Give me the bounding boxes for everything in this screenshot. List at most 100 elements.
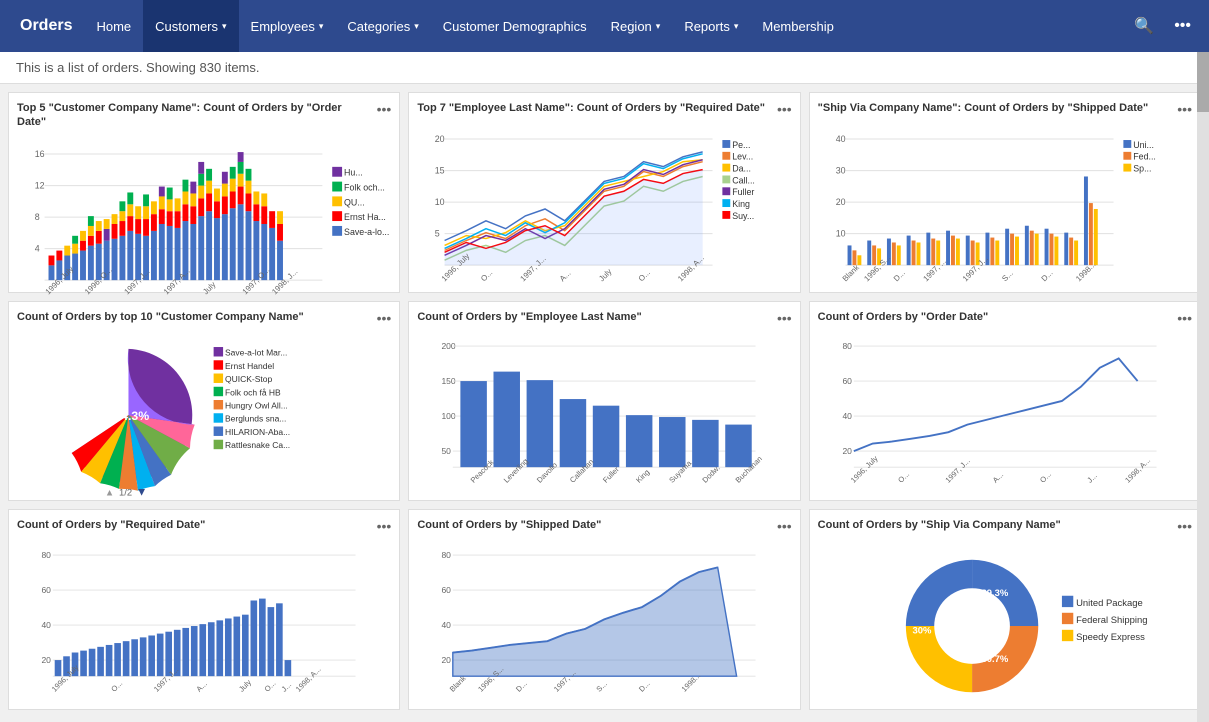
chart-area-3: 40 30 20 10 [818, 121, 1192, 296]
chevron-down-icon: ▾ [222, 21, 227, 32]
search-icon[interactable]: 🔍 [1124, 0, 1164, 52]
svg-text:30%: 30% [912, 625, 931, 636]
svg-text:40: 40 [442, 620, 452, 630]
svg-text:20: 20 [41, 655, 51, 665]
chevron-down-icon: ▾ [734, 21, 739, 32]
svg-text:8: 8 [35, 212, 40, 222]
svg-text:30: 30 [835, 166, 845, 176]
svg-text:12: 12 [35, 180, 45, 190]
chart-menu-3[interactable]: ••• [1177, 101, 1192, 117]
svg-text:J...: J... [1085, 471, 1098, 484]
svg-text:O...: O... [896, 470, 911, 485]
svg-text:O...: O... [263, 678, 278, 693]
svg-text:Fed...: Fed... [1133, 152, 1156, 162]
chart-title-8: Count of Orders by "Shipped Date" [417, 518, 791, 532]
svg-text:Hungry Owl All...: Hungry Owl All... [225, 400, 288, 410]
svg-text:39.3%: 39.3% [981, 587, 1008, 598]
svg-text:Call...: Call... [733, 176, 756, 186]
svg-text:10: 10 [435, 197, 445, 207]
svg-text:▼: ▼ [136, 487, 147, 499]
svg-text:40: 40 [41, 620, 51, 630]
nav-customers[interactable]: Customers ▾ [143, 0, 238, 52]
chart-card-2: Top 7 "Employee Last Name": Count of Ord… [408, 92, 800, 293]
svg-text:30.7%: 30.7% [981, 654, 1008, 665]
chart-card-5: Count of Orders by "Employee Last Name" … [408, 301, 800, 502]
svg-text:D...: D... [892, 269, 907, 284]
svg-text:Save-a-lot Mar...: Save-a-lot Mar... [225, 348, 287, 358]
svg-text:King: King [635, 468, 652, 485]
svg-text:A...: A... [558, 269, 573, 284]
nav-categories[interactable]: Categories ▾ [335, 0, 430, 52]
svg-text:1997, J...: 1997, J... [960, 254, 989, 283]
chart-menu-1[interactable]: ••• [377, 101, 392, 117]
svg-text:Pe...: Pe... [733, 140, 751, 150]
svg-text:60: 60 [842, 376, 852, 386]
svg-text:50: 50 [442, 446, 452, 456]
svg-text:O...: O... [1038, 470, 1053, 485]
svg-text:A...: A... [990, 470, 1004, 484]
chart-menu-5[interactable]: ••• [777, 310, 792, 326]
svg-text:1997, J...: 1997, J... [943, 456, 971, 484]
svg-text:Rattlesnake Ca...: Rattlesnake Ca... [225, 440, 290, 450]
svg-text:15: 15 [435, 166, 445, 176]
svg-text:Folk och få HB: Folk och få HB [225, 387, 281, 397]
svg-text:40: 40 [842, 411, 852, 421]
chevron-down-icon: ▾ [319, 21, 324, 32]
chart-menu-4[interactable]: ••• [377, 310, 392, 326]
chart-menu-6[interactable]: ••• [1177, 310, 1192, 326]
more-icon[interactable]: ••• [1164, 0, 1201, 52]
svg-text:80: 80 [41, 550, 51, 560]
chart-title-9: Count of Orders by "Ship Via Company Nam… [818, 518, 1192, 532]
svg-text:Hu...: Hu... [344, 167, 363, 177]
svg-text:20: 20 [435, 134, 445, 144]
svg-text:1998, A...: 1998, A... [1123, 456, 1152, 485]
svg-text:4: 4 [35, 243, 40, 253]
svg-text:Berglunds sna...: Berglunds sna... [225, 414, 286, 424]
chart-card-9: Count of Orders by "Ship Via Company Nam… [809, 509, 1201, 710]
svg-text:O...: O... [109, 678, 124, 693]
svg-text:Speedy Express: Speedy Express [1076, 632, 1145, 643]
svg-text:S...: S... [1000, 269, 1015, 284]
svg-text:40: 40 [835, 134, 845, 144]
nav-home[interactable]: Home [84, 0, 143, 52]
nav-brand[interactable]: Orders [8, 0, 84, 52]
svg-text:Folk och...: Folk och... [344, 182, 385, 192]
chevron-down-icon: ▾ [656, 21, 661, 32]
nav-region[interactable]: Region ▾ [599, 0, 673, 52]
chart-card-1: Top 5 "Customer Company Name": Count of … [8, 92, 400, 293]
svg-text:HILARION-Aba...: HILARION-Aba... [225, 427, 290, 437]
chart-area-5: 200 150 100 50 Peacock [417, 330, 791, 505]
svg-text:Federal Shipping: Federal Shipping [1076, 615, 1147, 626]
svg-text:80: 80 [842, 341, 852, 351]
chart-menu-8[interactable]: ••• [777, 518, 792, 534]
chart-title-3: "Ship Via Company Name": Count of Orders… [818, 101, 1192, 115]
svg-text:Uni...: Uni... [1133, 140, 1154, 150]
svg-text:Ernst Ha...: Ernst Ha... [344, 212, 386, 222]
chart-card-8: Count of Orders by "Shipped Date" ••• 80… [408, 509, 800, 710]
chart-card-4: Count of Orders by top 10 "Customer Comp… [8, 301, 400, 502]
chart-title-2: Top 7 "Employee Last Name": Count of Ord… [417, 101, 791, 115]
svg-text:60: 60 [41, 585, 51, 595]
chart-area-9: 39.3% 30.7% 30% United Package Federal S… [818, 539, 1192, 714]
chart-menu-2[interactable]: ••• [777, 101, 792, 117]
chart-card-7: Count of Orders by "Required Date" ••• 8… [8, 509, 400, 710]
scrollbar-thumb[interactable] [1197, 52, 1209, 112]
chart-title-1: Top 5 "Customer Company Name": Count of … [17, 101, 391, 130]
svg-text:S...: S... [595, 679, 609, 693]
svg-text:5: 5 [435, 229, 440, 239]
svg-text:D...: D... [637, 679, 652, 694]
nav-employees[interactable]: Employees ▾ [239, 0, 336, 52]
svg-text:1996, July: 1996, July [849, 454, 880, 485]
chart-menu-7[interactable]: ••• [377, 518, 392, 534]
nav-customer-demographics[interactable]: Customer Demographics [431, 0, 599, 52]
svg-text:60: 60 [442, 585, 452, 595]
svg-text:Ernst Handel: Ernst Handel [225, 361, 274, 371]
navbar: Orders Home Customers ▾ Employees ▾ Cate… [0, 0, 1209, 52]
svg-text:16: 16 [35, 149, 45, 159]
subtitle-text: This is a list of orders. Showing 830 it… [16, 60, 260, 75]
chart-area-2: 20 15 10 5 1996, July [417, 121, 791, 296]
chart-menu-9[interactable]: ••• [1177, 518, 1192, 534]
nav-reports[interactable]: Reports ▾ [672, 0, 750, 52]
nav-membership[interactable]: Membership [750, 0, 846, 52]
svg-text:Lev...: Lev... [733, 152, 754, 162]
